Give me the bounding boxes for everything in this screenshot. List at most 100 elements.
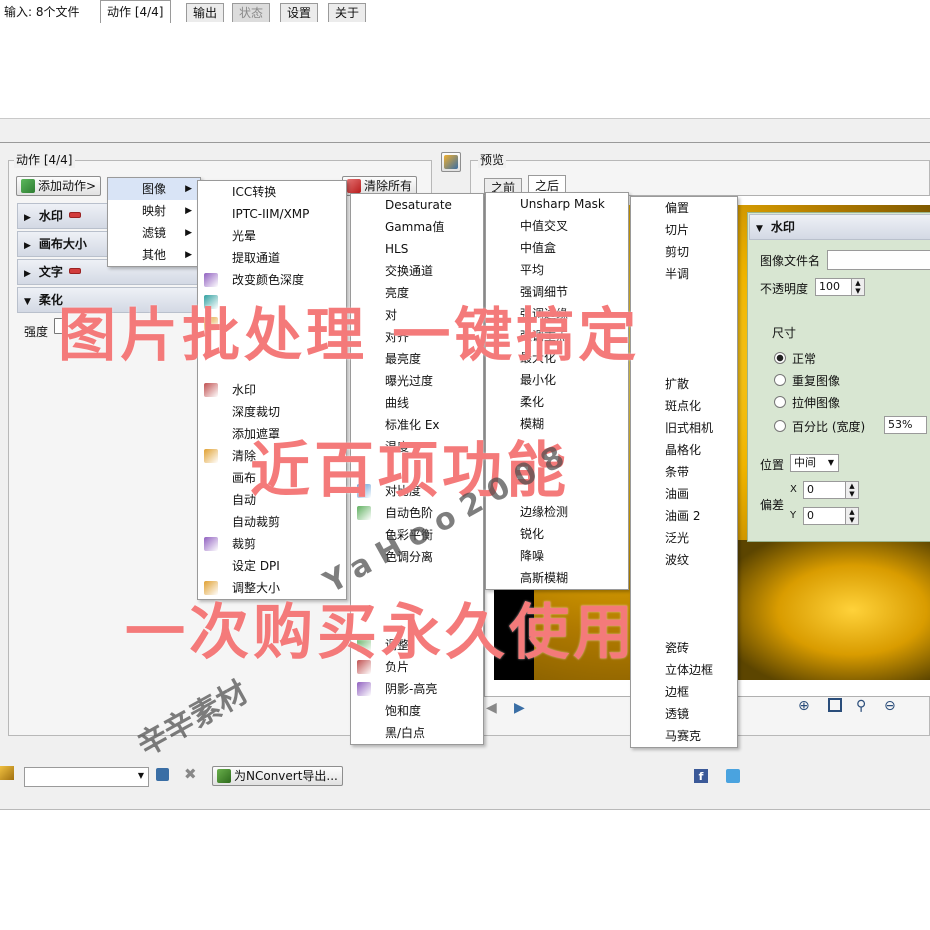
menu-item-image[interactable]: 提取通道: [198, 247, 346, 269]
tab-status[interactable]: 状态: [232, 3, 271, 22]
menu-item-map[interactable]: 交换通道: [351, 260, 483, 282]
menu-item-map[interactable]: 黑/白点: [351, 722, 483, 744]
menu-item-map[interactable]: Desaturate: [351, 194, 483, 216]
menu-item-image[interactable]: ICC转换: [198, 181, 346, 203]
menu-item-other[interactable]: 边框: [631, 681, 737, 703]
expand-triangle-icon[interactable]: ▶: [24, 234, 31, 258]
menu-item-other[interactable]: 斑点化: [631, 395, 737, 417]
menu-item-filter[interactable]: 平均: [486, 259, 628, 281]
remove-icon[interactable]: [68, 212, 81, 218]
menu-item-map[interactable]: 映射 ▶: [108, 200, 200, 222]
menu-item-map[interactable]: 曝光过度: [351, 370, 483, 392]
menu-item-other[interactable]: [631, 307, 737, 329]
menu-item-other[interactable]: 油画: [631, 483, 737, 505]
facebook-icon[interactable]: f: [694, 769, 708, 783]
preview-toggle-button[interactable]: [441, 152, 461, 172]
zoom-out-icon[interactable]: ⊖: [884, 698, 896, 714]
size-option-percent[interactable]: 百分比 (宽度): [774, 418, 865, 435]
watermark-panel-header[interactable]: ▼ 水印: [749, 214, 930, 240]
menu-item-filter[interactable]: 最小化: [486, 369, 628, 391]
menu-item-image[interactable]: 光晕: [198, 225, 346, 247]
tab-actions[interactable]: 动作 [4/4]: [100, 0, 171, 23]
menu-item-other[interactable]: 半调: [631, 263, 737, 285]
prev-image-arrow-icon[interactable]: ◀: [486, 700, 497, 716]
export-nconvert-button[interactable]: 为NConvert导出...: [212, 766, 343, 786]
menu-item-filter[interactable]: 降噪: [486, 545, 628, 567]
menu-item-other[interactable]: 偏置: [631, 197, 737, 219]
preset-select[interactable]: ▼: [24, 767, 149, 787]
menu-item-other[interactable]: 其他 ▶: [108, 244, 200, 266]
menu-item-other[interactable]: [631, 329, 737, 351]
menu-item-image[interactable]: 深度裁切: [198, 401, 346, 423]
menu-item-map[interactable]: 曲线: [351, 392, 483, 414]
menu-item-other[interactable]: 马赛克: [631, 725, 737, 747]
menu-item-filter[interactable]: 中值交叉: [486, 215, 628, 237]
opacity-input[interactable]: 100: [815, 278, 852, 296]
menu-item-other[interactable]: 透镜: [631, 703, 737, 725]
zoom-in-icon[interactable]: ⊕: [798, 698, 810, 714]
menu-item-filter[interactable]: 中值盒: [486, 237, 628, 259]
tab-about[interactable]: 关于: [328, 3, 367, 22]
menu-item-other[interactable]: 剪切: [631, 241, 737, 263]
menu-item-other[interactable]: 瓷砖: [631, 637, 737, 659]
collapse-triangle-icon[interactable]: ▼: [24, 290, 31, 314]
y-offset-spinner[interactable]: ▲ ▼: [845, 507, 859, 525]
menu-item-map[interactable]: 饱和度: [351, 700, 483, 722]
menu-item-other[interactable]: 晶格化: [631, 439, 737, 461]
y-offset-input[interactable]: 0: [803, 507, 846, 525]
radio-icon[interactable]: [774, 396, 786, 408]
menu-item-other[interactable]: [631, 615, 737, 637]
menu-item-map[interactable]: HLS: [351, 238, 483, 260]
x-offset-input[interactable]: 0: [803, 481, 846, 499]
expand-triangle-icon[interactable]: ▶: [24, 262, 31, 286]
menu-item-other[interactable]: [631, 351, 737, 373]
x-offset-spinner[interactable]: ▲ ▼: [845, 481, 859, 499]
menu-item-map[interactable]: Gamma值: [351, 216, 483, 238]
menu-item-other[interactable]: 立体边框: [631, 659, 737, 681]
twitter-icon[interactable]: [726, 769, 740, 783]
opacity-spinner[interactable]: ▲ ▼: [851, 278, 865, 296]
delete-icon[interactable]: ✖: [184, 765, 197, 783]
menu-item-other[interactable]: 扩散: [631, 373, 737, 395]
fit-window-icon[interactable]: [828, 698, 842, 712]
expand-triangle-icon[interactable]: ▶: [24, 206, 31, 230]
menu-item-image[interactable]: IPTC-IIM/XMP: [198, 203, 346, 225]
radio-icon[interactable]: [774, 420, 786, 432]
menu-item-filter[interactable]: 锐化: [486, 523, 628, 545]
chevron-down-icon[interactable]: ▼: [138, 768, 144, 784]
menu-item-image[interactable]: 水印: [198, 379, 346, 401]
size-option-stretch[interactable]: 拉伸图像: [774, 394, 840, 411]
menu-item-other[interactable]: [631, 571, 737, 593]
menu-item-other[interactable]: [631, 285, 737, 307]
size-option-normal[interactable]: 正常: [774, 350, 816, 367]
menu-item-image[interactable]: 自动裁剪: [198, 511, 346, 533]
save-icon[interactable]: [156, 768, 169, 781]
menu-item-other[interactable]: [631, 593, 737, 615]
menu-item-other[interactable]: 条带: [631, 461, 737, 483]
menu-item-other[interactable]: 切片: [631, 219, 737, 241]
next-image-arrow-icon[interactable]: ▶: [514, 700, 525, 716]
percent-input[interactable]: 53%: [884, 416, 927, 434]
menu-item-map[interactable]: 阴影-高亮: [351, 678, 483, 700]
menu-item-other[interactable]: 旧式相机: [631, 417, 737, 439]
tab-settings[interactable]: 设置: [280, 3, 319, 22]
remove-icon[interactable]: [68, 268, 81, 274]
image-filename-input[interactable]: [827, 250, 930, 270]
menu-item-filter[interactable]: Unsharp Mask: [486, 193, 628, 215]
zoom-actual-icon[interactable]: ⚲: [856, 698, 866, 714]
menu-item-image[interactable]: 裁剪: [198, 533, 346, 555]
menu-item-filter[interactable]: 滤镜 ▶: [108, 222, 200, 244]
menu-item-image[interactable]: 图像 ▶: [108, 178, 200, 200]
chevron-down-icon[interactable]: ▼: [828, 455, 834, 471]
menu-item-other[interactable]: 波纹: [631, 549, 737, 571]
menu-item-filter[interactable]: 柔化: [486, 391, 628, 413]
size-option-repeat[interactable]: 重复图像: [774, 372, 840, 389]
menu-item-other[interactable]: 油画 2: [631, 505, 737, 527]
collapse-triangle-icon[interactable]: ▼: [756, 224, 763, 234]
menu-item-other[interactable]: 泛光: [631, 527, 737, 549]
radio-icon[interactable]: [774, 374, 786, 386]
add-action-button[interactable]: 添加动作>: [16, 176, 102, 196]
tab-output[interactable]: 输出: [186, 3, 225, 22]
radio-icon[interactable]: [774, 352, 786, 364]
position-select[interactable]: 中间 ▼: [790, 454, 839, 472]
